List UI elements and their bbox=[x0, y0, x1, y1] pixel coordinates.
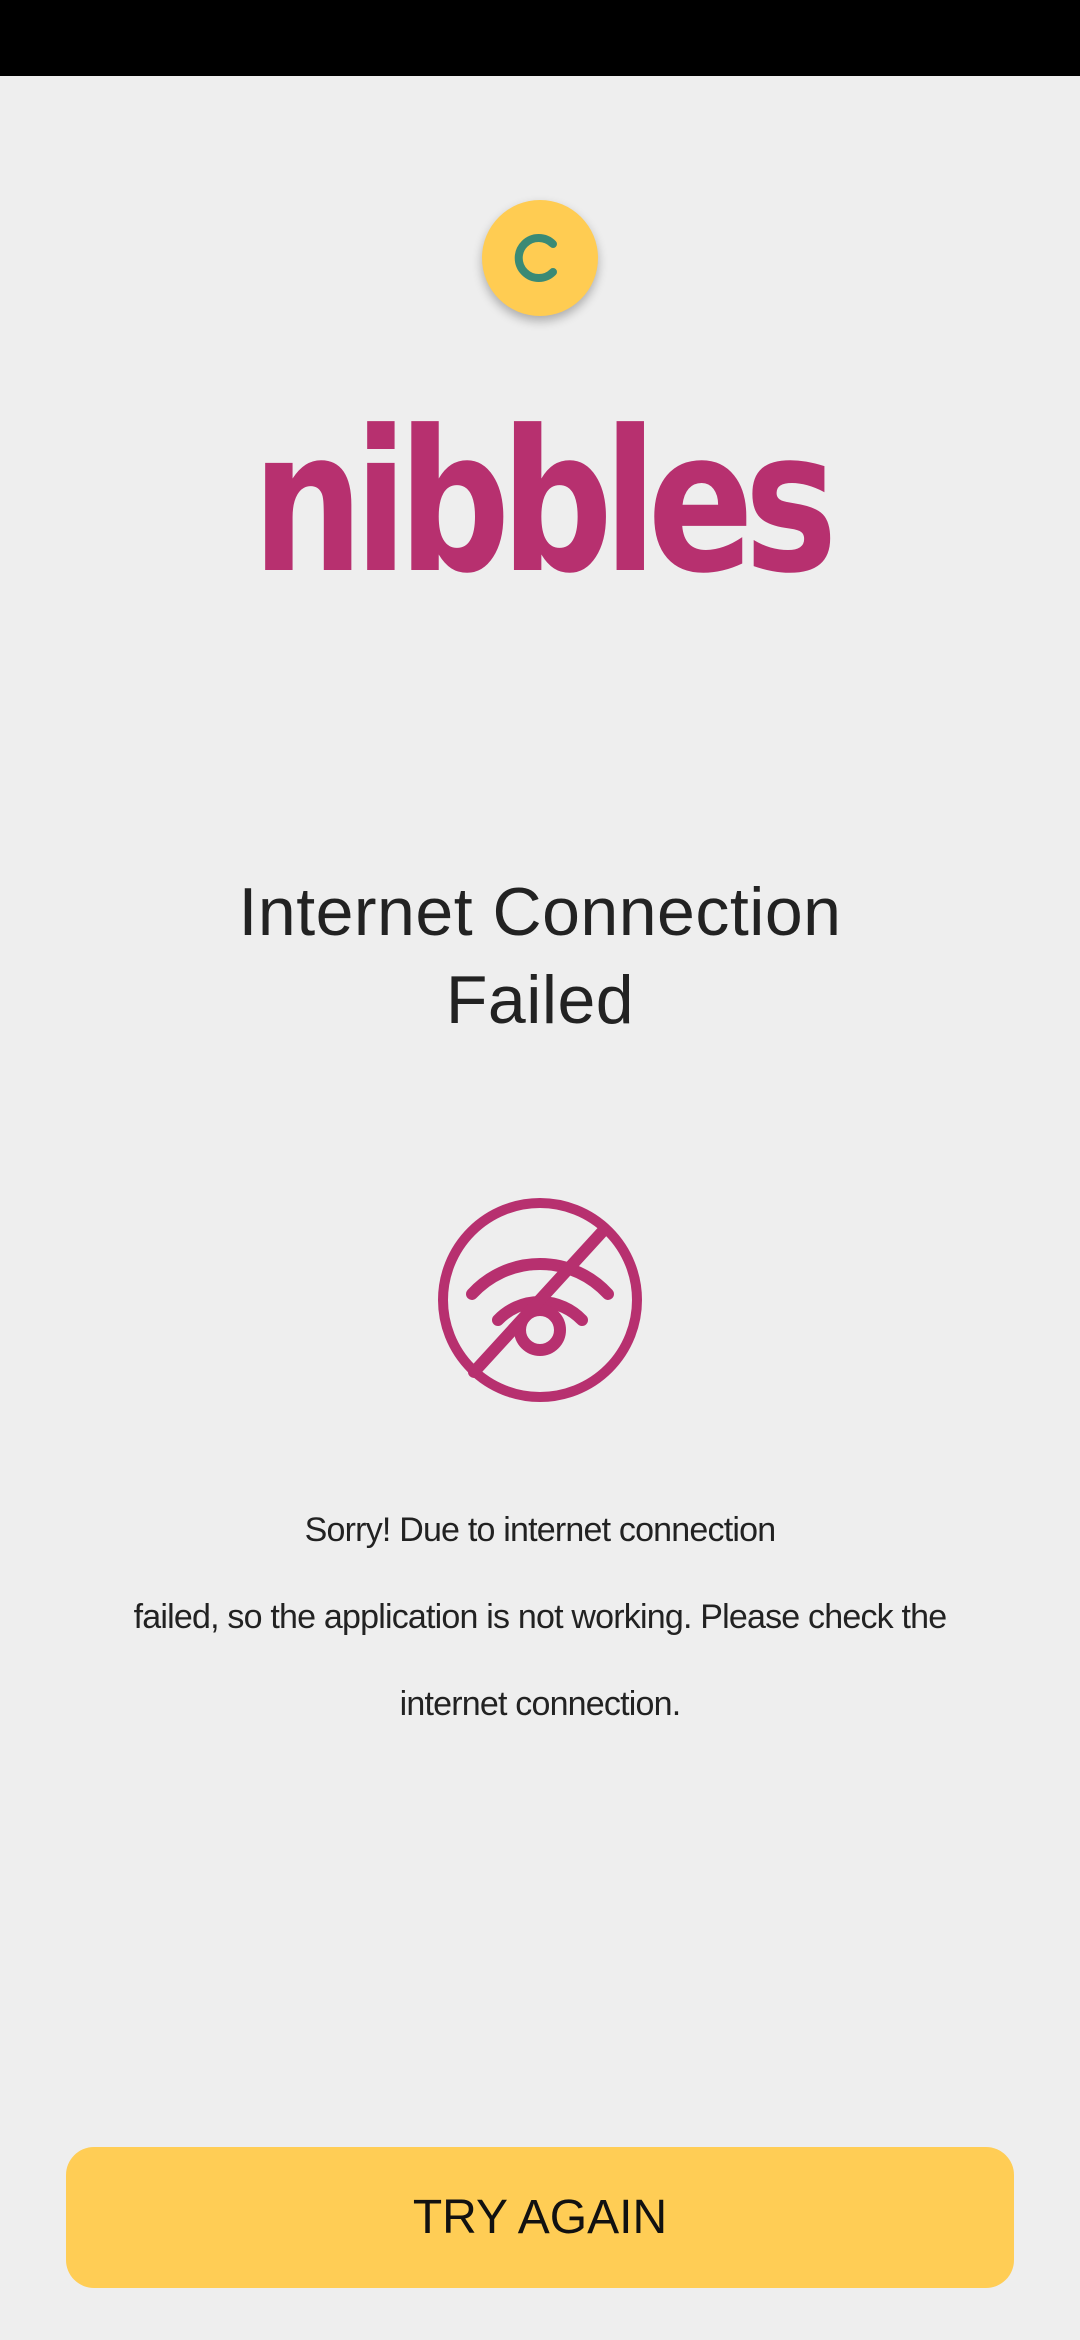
try-again-button[interactable]: TRY AGAIN bbox=[66, 2147, 1014, 2288]
svg-text:nibbles: nibbles bbox=[252, 414, 831, 584]
error-message: Sorry! Due to internet connection failed… bbox=[60, 1487, 1020, 1748]
loading-spinner-icon bbox=[482, 200, 598, 316]
message-line: failed, so the application is not workin… bbox=[133, 1598, 948, 1636]
status-bar bbox=[0, 0, 1080, 76]
title-line: Failed bbox=[445, 962, 635, 1038]
page-title: Internet Connection Failed bbox=[90, 868, 990, 1044]
app-logo: nibbles bbox=[240, 389, 843, 617]
message-line: Sorry! Due to internet connection bbox=[304, 1511, 776, 1549]
title-line: Internet Connection bbox=[238, 874, 842, 950]
no-wifi-icon bbox=[436, 1196, 644, 1404]
message-line: internet connection. bbox=[399, 1685, 682, 1723]
